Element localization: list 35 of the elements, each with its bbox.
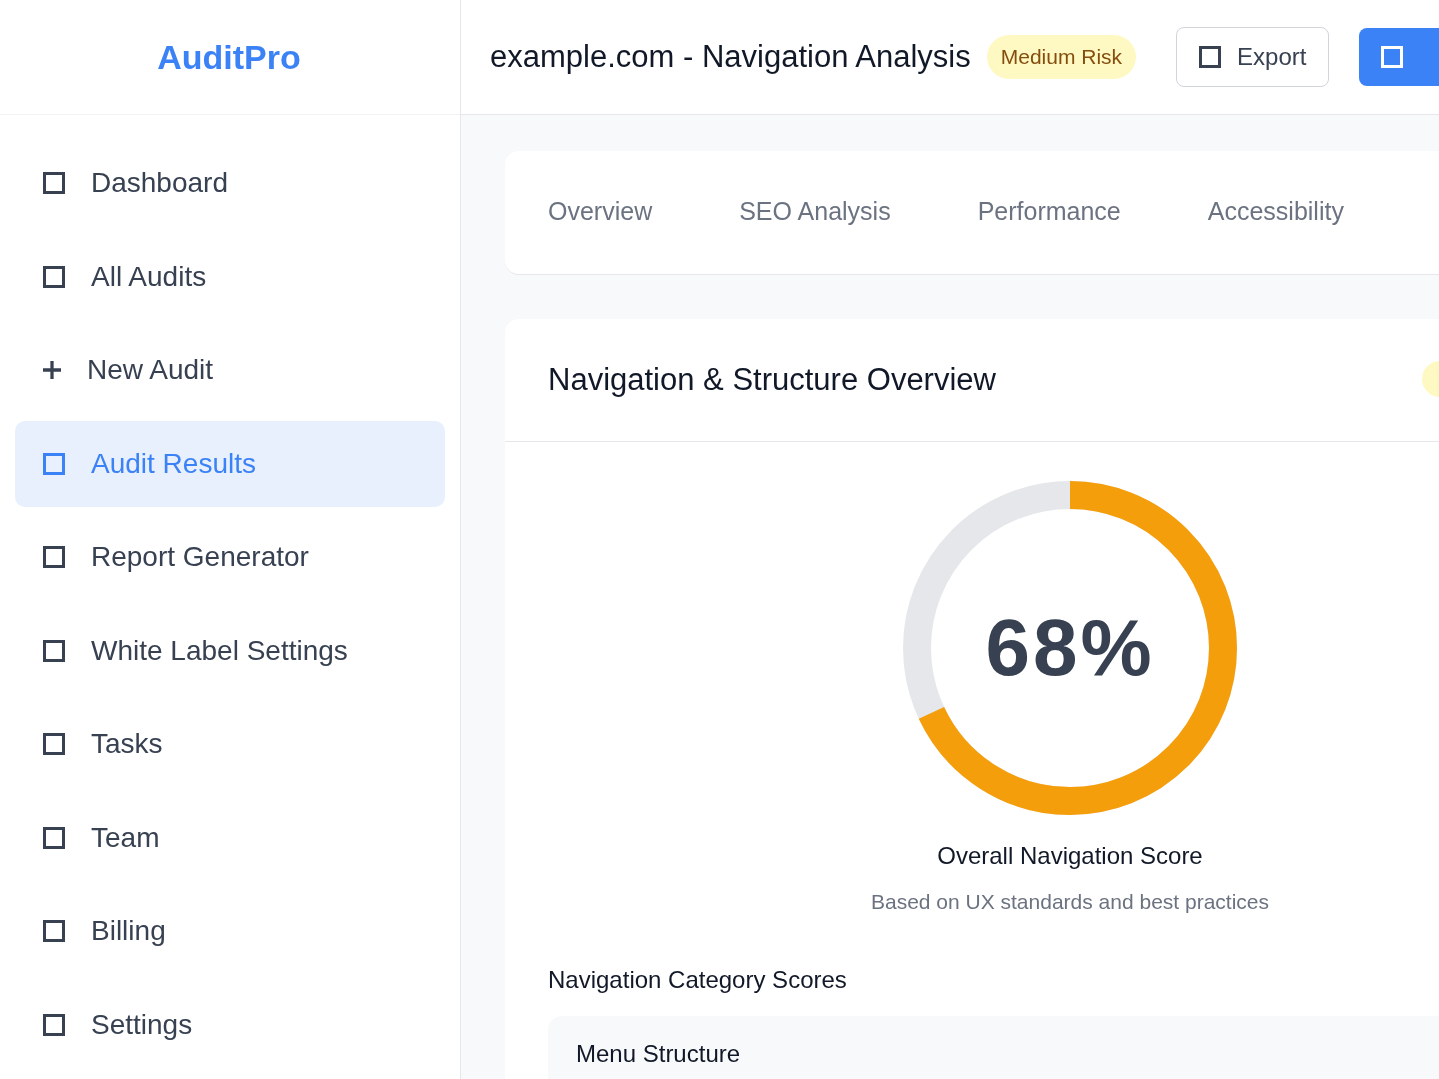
sidebar-item[interactable]: Report Generator <box>15 514 445 600</box>
square-icon <box>43 920 65 942</box>
plus-icon <box>43 361 61 379</box>
tab[interactable]: SEO Analysis <box>739 192 891 233</box>
sidebar-item[interactable]: Team <box>15 794 445 881</box>
square-icon <box>43 1013 65 1036</box>
score-caption: Based on UX standards and best practices <box>870 889 1270 915</box>
score-value: 68% <box>985 602 1155 694</box>
page-title: example.com - Navigation Analysis <box>490 37 971 76</box>
sidebar-item[interactable]: New Audit <box>15 327 445 413</box>
sidebar-item[interactable]: Dashboard <box>15 140 445 226</box>
category-name: Menu Structure <box>576 1038 742 1069</box>
risk-badge: Medium Risk <box>986 35 1137 79</box>
score-label: Overall Navigation Score <box>937 841 1203 871</box>
tab[interactable]: Performance <box>977 192 1121 233</box>
square-icon <box>43 826 65 849</box>
square-icon <box>43 265 65 288</box>
square-icon <box>1199 46 1222 68</box>
card-title: Navigation & Structure Overview <box>548 361 996 399</box>
tab[interactable]: Overview <box>548 192 653 233</box>
sidebar-item[interactable]: Settings <box>15 981 445 1068</box>
square-icon <box>43 452 65 475</box>
sidebar-item[interactable]: Tasks <box>15 701 445 787</box>
export-button[interactable]: Export <box>1176 27 1330 87</box>
app-logo[interactable]: AuditPro <box>157 31 301 83</box>
sidebar-item[interactable]: Billing <box>15 888 445 974</box>
sidebar-item[interactable]: White Label Settings <box>15 607 445 694</box>
square-icon <box>1381 46 1404 68</box>
square-icon <box>43 733 65 755</box>
section-title: Navigation Category Scores <box>547 964 848 995</box>
tab[interactable]: Accessibility <box>1207 192 1344 233</box>
sidebar-item[interactable]: All Audits <box>15 233 445 320</box>
square-icon <box>43 639 65 662</box>
square-icon <box>43 546 65 568</box>
square-icon <box>43 172 65 194</box>
